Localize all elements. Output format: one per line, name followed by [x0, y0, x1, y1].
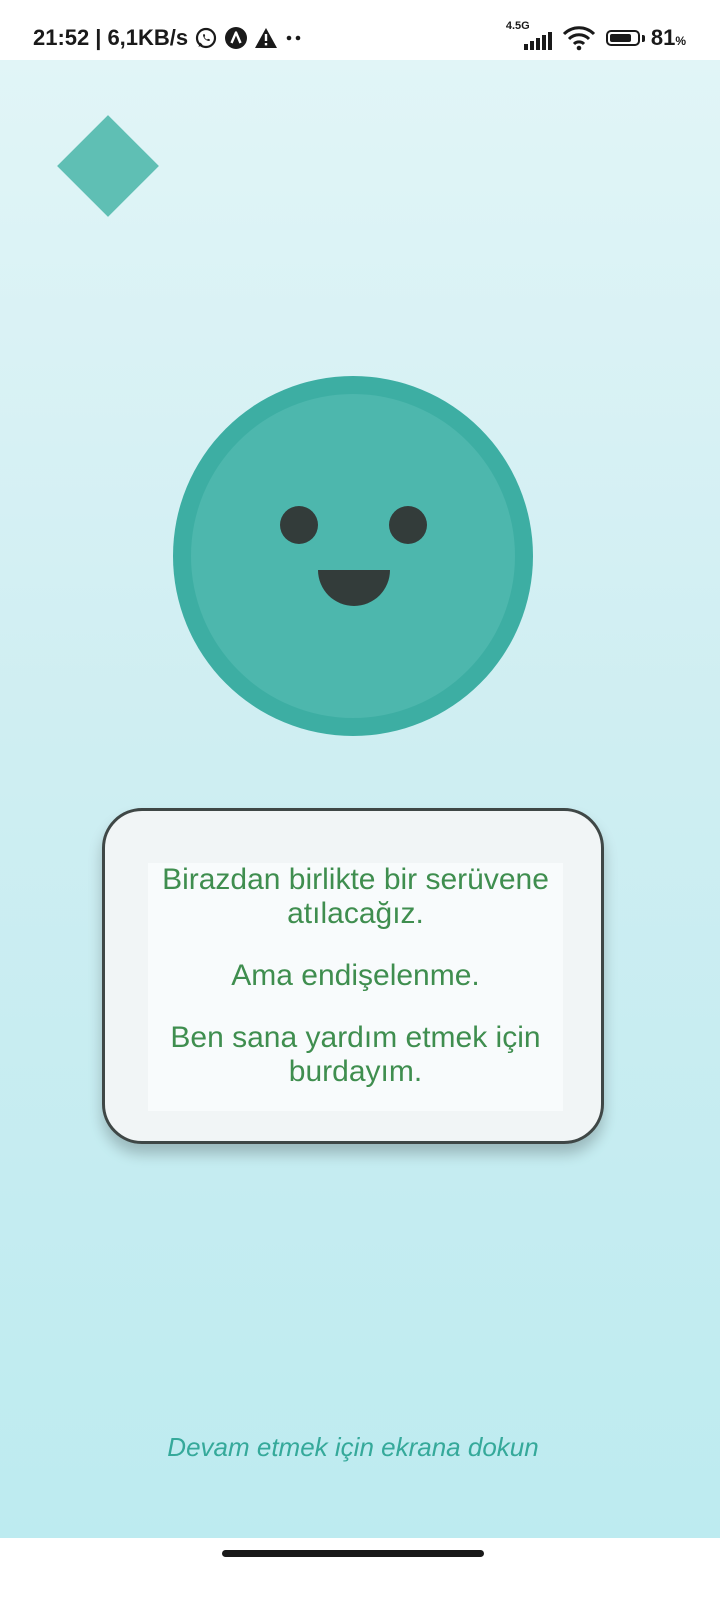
- diamond-shape: [57, 115, 159, 217]
- message-line-2: Ama endişelenme.: [231, 959, 480, 992]
- battery-icon: 81%: [605, 25, 686, 51]
- battery-percentage: 81%: [650, 25, 686, 50]
- status-left: 21:52 | 6,1KB/s: [33, 22, 304, 54]
- navigation-bar: [0, 1538, 720, 1600]
- right-eye: [389, 506, 427, 544]
- signal-icon: 4.5G: [506, 20, 552, 52]
- status-time: 21:52: [33, 25, 90, 50]
- tap-to-continue-hint[interactable]: Devam etmek için ekrana dokun: [0, 1432, 706, 1463]
- network-type-label: 4.5G: [505, 20, 530, 32]
- home-indicator[interactable]: [222, 1550, 484, 1557]
- status-bar: 21:52 | 6,1KB/s 4.5G 81%: [0, 0, 720, 60]
- more-dots-icon: [284, 33, 304, 43]
- left-eye: [280, 506, 318, 544]
- smiley-face: [173, 376, 533, 736]
- face-inner: [191, 394, 515, 718]
- smile-mouth: [318, 570, 390, 606]
- a-letter-icon: [224, 26, 248, 50]
- companion-screen[interactable]: Birazdan birlikte bir serüvene atılacağı…: [0, 60, 720, 1538]
- message-line-3: Ben sana yardım etmek için burdayım.: [170, 1021, 541, 1088]
- status-separator: |: [95, 25, 102, 50]
- message-line-1: Birazdan birlikte bir serüvene atılacağı…: [162, 863, 549, 930]
- signal-bars: [523, 32, 552, 50]
- message-card: Birazdan birlikte bir serüvene atılacağı…: [102, 808, 604, 1144]
- message-text-area: Birazdan birlikte bir serüvene atılacağı…: [148, 863, 563, 1111]
- network-speed: 6,1KB/s: [107, 25, 189, 50]
- battery-fill: [609, 34, 631, 42]
- whatsapp-icon: [194, 26, 218, 50]
- status-right: 4.5G 81%: [506, 20, 686, 54]
- warning-icon: [254, 27, 278, 49]
- wifi-icon: [562, 25, 596, 51]
